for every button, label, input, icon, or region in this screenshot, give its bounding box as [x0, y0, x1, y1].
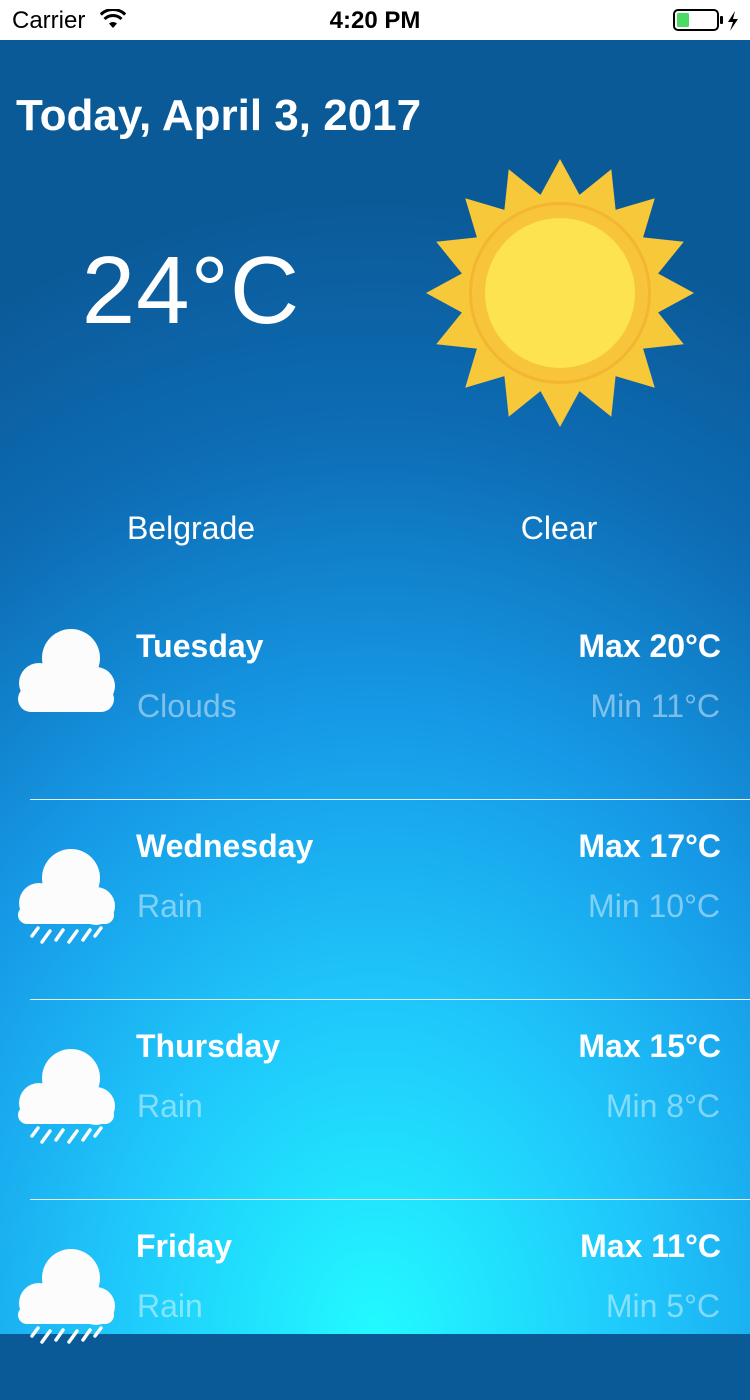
forecast-day: Tuesday — [136, 628, 264, 664]
forecast-max-temp: Max 20°C — [578, 628, 721, 664]
forecast-row[interactable]: Tuesday Clouds Max 20°C Min 11°C — [0, 600, 750, 800]
city-label: Belgrade — [126, 510, 256, 546]
forecast-day: Wednesday — [136, 828, 314, 864]
forecast-min-temp: Min 10°C — [588, 888, 720, 924]
current-temperature: 24°C — [81, 237, 301, 344]
battery-icon — [673, 9, 738, 31]
forecast-max-temp: Max 15°C — [578, 1028, 721, 1064]
forecast-summary: Rain — [137, 1088, 203, 1124]
status-time: 4:20 PM — [329, 7, 421, 34]
status-bar: Carrier 4:20 PM — [0, 0, 750, 40]
forecast-summary: Rain — [137, 1288, 203, 1324]
forecast-summary: Rain — [137, 888, 203, 924]
forecast-min-temp: Min 11°C — [590, 688, 720, 724]
date-title: Today, April 3, 2017 — [16, 91, 422, 140]
rain-cloud-icon — [18, 1049, 115, 1144]
forecast-row[interactable]: Thursday Rain Max 15°C Min 8°C — [0, 1000, 750, 1200]
forecast-summary: Clouds — [137, 688, 237, 724]
forecast-min-temp: Min 8°C — [605, 1088, 720, 1124]
rain-cloud-icon — [18, 849, 115, 944]
rain-cloud-icon — [18, 1249, 115, 1344]
forecast-row[interactable]: Wednesday Rain Max 17°C Min 10°C — [0, 800, 750, 1000]
forecast-min-temp: Min 5°C — [605, 1288, 720, 1324]
condition-label: Clear — [520, 510, 598, 546]
sun-icon — [426, 159, 694, 427]
cloud-icon — [18, 629, 115, 712]
forecast-max-temp: Max 17°C — [578, 828, 721, 864]
forecast-day: Thursday — [136, 1028, 281, 1064]
forecast-max-temp: Max 11°C — [580, 1228, 721, 1264]
forecast-day: Friday — [136, 1228, 233, 1264]
forecast-row[interactable]: Friday Rain Max 11°C Min 5°C — [0, 1200, 750, 1400]
